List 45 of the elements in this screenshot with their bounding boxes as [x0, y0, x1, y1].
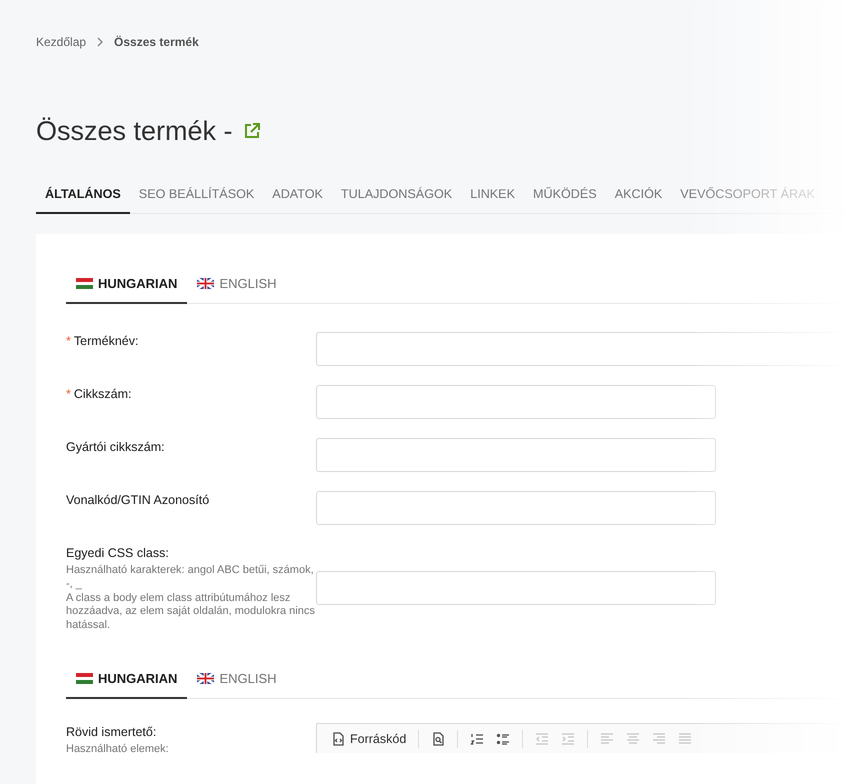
- uk-flag-icon: [197, 278, 214, 289]
- language-tab[interactable]: HUNGARIAN: [66, 268, 188, 304]
- breadcrumb-link[interactable]: Kezdőlap: [36, 35, 86, 49]
- input-field[interactable]: [316, 571, 716, 606]
- page-title: Összes termék -: [36, 116, 233, 146]
- language-tab[interactable]: HUNGARIAN: [66, 662, 188, 699]
- bulleted-list-button[interactable]: [496, 732, 510, 746]
- preview-icon: [431, 732, 446, 746]
- field-hint: Használható karakterek: angol ABC betűi, számok, -, _ A class a body elem class attribútumához lesz hozzáadva, az elem saját oldalán, modulokra nincs hatással.: [66, 564, 316, 633]
- tab[interactable]: LINKEK: [461, 178, 524, 214]
- input-field[interactable]: [316, 385, 716, 419]
- field-hint: Használható elemek:: [66, 742, 170, 756]
- tab[interactable]: ÁLTALÁNOS: [36, 178, 130, 214]
- tab[interactable]: AKCIÓK: [606, 178, 672, 214]
- input-field[interactable]: [316, 491, 716, 525]
- numbered-list-icon: [470, 732, 484, 746]
- field-label: Gyártói cikkszám:: [66, 439, 166, 454]
- field-label: * Cikkszám:: [66, 386, 133, 401]
- outdent-icon: [535, 732, 550, 746]
- language-tab[interactable]: ENGLISH: [187, 662, 287, 699]
- tab[interactable]: MŰKÖDÉS: [524, 178, 606, 214]
- align-center-icon: [626, 732, 640, 746]
- preview-button[interactable]: [431, 732, 446, 746]
- tab[interactable]: TULAJDONSÁGOK: [332, 178, 462, 214]
- hungary-flag-icon: [76, 672, 93, 684]
- source-icon: [331, 732, 345, 746]
- hungary-flag-icon: [76, 278, 93, 289]
- align-left-icon: [600, 732, 614, 746]
- tab[interactable]: SEO BEÁLLÍTÁSOK: [130, 178, 264, 214]
- chevron-right-icon: [96, 37, 104, 47]
- field-label: * Terméknév:: [66, 333, 140, 348]
- field-label: Vonalkód/GTIN Azonosító: [66, 492, 210, 507]
- external-link-icon[interactable]: [242, 122, 261, 140]
- indent-icon: [561, 732, 576, 746]
- language-tab[interactable]: ENGLISH: [187, 268, 287, 304]
- tab[interactable]: ADATOK: [263, 178, 332, 214]
- bulleted-list-icon: [496, 732, 510, 746]
- uk-flag-icon: [197, 672, 214, 684]
- numbered-list-button[interactable]: [470, 732, 484, 746]
- field-label: Rövid ismertető:: [66, 724, 158, 739]
- source-button[interactable]: Forráskód: [331, 732, 406, 746]
- input-field[interactable]: [316, 438, 716, 472]
- field-label: Egyedi CSS class:: [66, 545, 170, 560]
- breadcrumb-link[interactable]: Összes termék: [114, 35, 199, 49]
- align-right-icon: [652, 732, 666, 746]
